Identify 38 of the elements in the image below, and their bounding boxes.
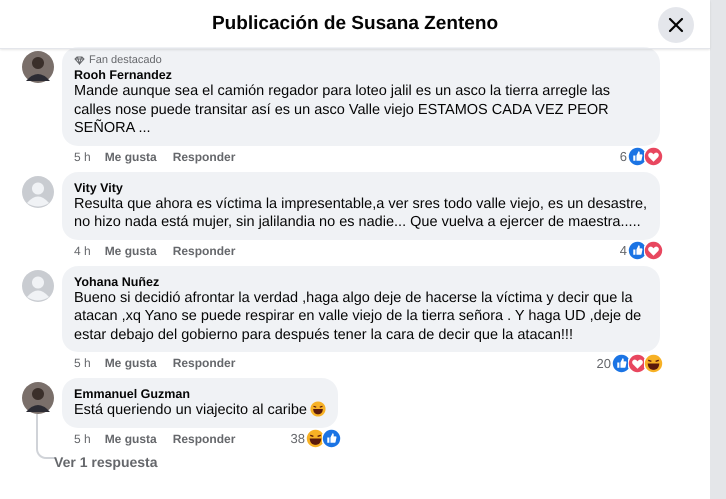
- author-name[interactable]: Rooh Fernandez: [74, 68, 648, 82]
- comment-time[interactable]: 4 h: [74, 244, 91, 258]
- dialog-title: Publicación de Susana Zenteno: [212, 13, 498, 35]
- avatar-icon[interactable]: [22, 51, 54, 83]
- reaction-count[interactable]: 4: [620, 243, 627, 258]
- avatar-icon[interactable]: [22, 382, 54, 414]
- comment-text: Resulta que ahora es víctima la impresentable,a ver sres todo valle viejo, es un desastre, no hizo nada está mujer, sin jalilandia no es nadie... Que vuelva a ejercer de maestra.....: [74, 196, 648, 230]
- reaction-count[interactable]: 6: [620, 149, 627, 164]
- comment-time[interactable]: 5 h: [74, 432, 91, 446]
- close-button[interactable]: [658, 7, 694, 43]
- laughing-emoji-icon: [644, 354, 663, 372]
- laughing-emoji-icon: [310, 401, 326, 417]
- reply-link[interactable]: Responder: [172, 150, 236, 164]
- close-icon: [668, 17, 684, 33]
- reaction-count[interactable]: 38: [290, 431, 305, 446]
- reply-link[interactable]: Responder: [172, 432, 236, 446]
- author-name[interactable]: Yohana Nuñez: [74, 274, 648, 288]
- comment-text: Mande aunque sea el camión regador para loteo jalil es un asco la tierra arregle las calles nose puede transitar así es un asco Valle viejo ESTAMOS CADA VEZ PEOR SEÑORA ...: [74, 83, 610, 136]
- thread-line: [36, 414, 56, 458]
- view-replies-link[interactable]: Ver 1 respuesta: [54, 454, 158, 470]
- reaction-count[interactable]: 20: [596, 356, 611, 370]
- reply-link[interactable]: Responder: [172, 244, 236, 258]
- reply-link[interactable]: Responder: [172, 356, 236, 370]
- heart-icon: [644, 147, 663, 166]
- like-link[interactable]: Me gusta: [104, 150, 157, 164]
- like-link[interactable]: Me gusta: [104, 356, 157, 370]
- comment-text: Bueno si decidió afrontar la verdad ,haga algo deje de hacerse la víctima y decir que la atacan ,xq Yano se puede respirar en valle viejo de la tierra señora . Y haga UD ,deje de estar debajo del gobierno para después tener la cara de decir que la atacan!!!: [74, 290, 642, 342]
- comment-time[interactable]: 5 h: [74, 150, 91, 164]
- thumbs-up-icon: [322, 429, 341, 448]
- badge-label: Fan destacado: [89, 54, 162, 66]
- diamond-icon: [74, 56, 85, 64]
- comment-time[interactable]: 5 h: [74, 356, 91, 370]
- heart-icon: [644, 241, 663, 260]
- comment-text: Está queriendo un viajecito al caribe: [74, 402, 307, 418]
- author-name[interactable]: Emmanuel Guzman: [74, 387, 326, 401]
- like-link[interactable]: Me gusta: [104, 244, 157, 258]
- like-link[interactable]: Me gusta: [104, 432, 157, 446]
- author-name[interactable]: Vity Vity: [74, 180, 648, 194]
